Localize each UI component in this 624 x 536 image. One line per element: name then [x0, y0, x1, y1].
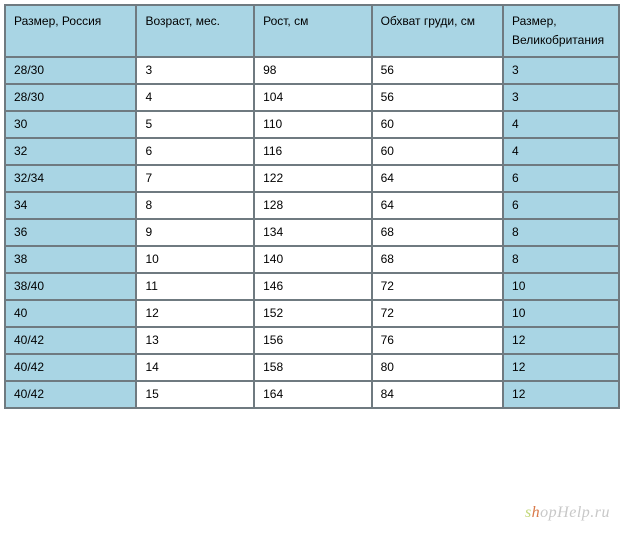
table-cell: 98 — [254, 57, 371, 84]
table-row: 305110604 — [5, 111, 619, 138]
table-cell: 140 — [254, 246, 371, 273]
table-cell: 60 — [372, 111, 503, 138]
table-row: 40121527210 — [5, 300, 619, 327]
table-cell: 32/34 — [5, 165, 136, 192]
table-cell: 3 — [503, 84, 619, 111]
table-cell: 84 — [372, 381, 503, 408]
table-cell: 9 — [136, 219, 254, 246]
table-cell: 10 — [503, 300, 619, 327]
table-cell: 8 — [503, 246, 619, 273]
table-cell: 80 — [372, 354, 503, 381]
table-cell: 76 — [372, 327, 503, 354]
table-row: 3810140688 — [5, 246, 619, 273]
table-cell: 3 — [503, 57, 619, 84]
table-cell: 6 — [136, 138, 254, 165]
table-cell: 158 — [254, 354, 371, 381]
table-cell: 34 — [5, 192, 136, 219]
table-cell: 10 — [503, 273, 619, 300]
table-row: 38/40111467210 — [5, 273, 619, 300]
table-row: 40/42131567612 — [5, 327, 619, 354]
table-row: 326116604 — [5, 138, 619, 165]
table-cell: 12 — [503, 327, 619, 354]
table-cell: 7 — [136, 165, 254, 192]
col-header-height: Рост, см — [254, 5, 371, 57]
table-cell: 122 — [254, 165, 371, 192]
table-cell: 13 — [136, 327, 254, 354]
table-cell: 38/40 — [5, 273, 136, 300]
table-cell: 36 — [5, 219, 136, 246]
table-cell: 40/42 — [5, 327, 136, 354]
table-cell: 68 — [372, 219, 503, 246]
table-cell: 8 — [503, 219, 619, 246]
col-header-chest: Обхват груди, см — [372, 5, 503, 57]
table-cell: 72 — [372, 300, 503, 327]
table-cell: 28/30 — [5, 57, 136, 84]
table-cell: 164 — [254, 381, 371, 408]
table-row: 40/42151648412 — [5, 381, 619, 408]
table-cell: 40/42 — [5, 381, 136, 408]
table-cell: 56 — [372, 57, 503, 84]
table-cell: 152 — [254, 300, 371, 327]
table-cell: 6 — [503, 165, 619, 192]
table-cell: 4 — [503, 138, 619, 165]
table-cell: 6 — [503, 192, 619, 219]
table-cell: 64 — [372, 192, 503, 219]
table-row: 28/304104563 — [5, 84, 619, 111]
table-cell: 11 — [136, 273, 254, 300]
table-cell: 56 — [372, 84, 503, 111]
table-cell: 30 — [5, 111, 136, 138]
table-cell: 10 — [136, 246, 254, 273]
table-cell: 3 — [136, 57, 254, 84]
table-cell: 38 — [5, 246, 136, 273]
table-cell: 12 — [503, 354, 619, 381]
table-cell: 32 — [5, 138, 136, 165]
table-cell: 128 — [254, 192, 371, 219]
table-cell: 68 — [372, 246, 503, 273]
table-cell: 28/30 — [5, 84, 136, 111]
table-cell: 134 — [254, 219, 371, 246]
table-cell: 5 — [136, 111, 254, 138]
col-header-size-russia: Размер, Россия — [5, 5, 136, 57]
watermark: shopHelp.ru — [525, 504, 610, 522]
table-cell: 8 — [136, 192, 254, 219]
table-cell: 40/42 — [5, 354, 136, 381]
size-chart-table: Размер, Россия Возраст, мес. Рост, см Об… — [4, 4, 620, 409]
col-header-age: Возраст, мес. — [136, 5, 254, 57]
table-cell: 12 — [503, 381, 619, 408]
table-cell: 64 — [372, 165, 503, 192]
table-cell: 110 — [254, 111, 371, 138]
table-body: 28/3039856328/30410456330511060432611660… — [5, 57, 619, 408]
table-cell: 4 — [503, 111, 619, 138]
table-header: Размер, Россия Возраст, мес. Рост, см Об… — [5, 5, 619, 57]
table-row: 369134688 — [5, 219, 619, 246]
table-cell: 146 — [254, 273, 371, 300]
table-cell: 4 — [136, 84, 254, 111]
table-cell: 104 — [254, 84, 371, 111]
table-cell: 15 — [136, 381, 254, 408]
table-cell: 116 — [254, 138, 371, 165]
table-row: 348128646 — [5, 192, 619, 219]
table-row: 28/30398563 — [5, 57, 619, 84]
table-row: 40/42141588012 — [5, 354, 619, 381]
table-cell: 156 — [254, 327, 371, 354]
table-row: 32/347122646 — [5, 165, 619, 192]
table-cell: 72 — [372, 273, 503, 300]
table-cell: 12 — [136, 300, 254, 327]
table-cell: 14 — [136, 354, 254, 381]
table-cell: 60 — [372, 138, 503, 165]
col-header-size-uk: Размер, Великобритания — [503, 5, 619, 57]
table-cell: 40 — [5, 300, 136, 327]
